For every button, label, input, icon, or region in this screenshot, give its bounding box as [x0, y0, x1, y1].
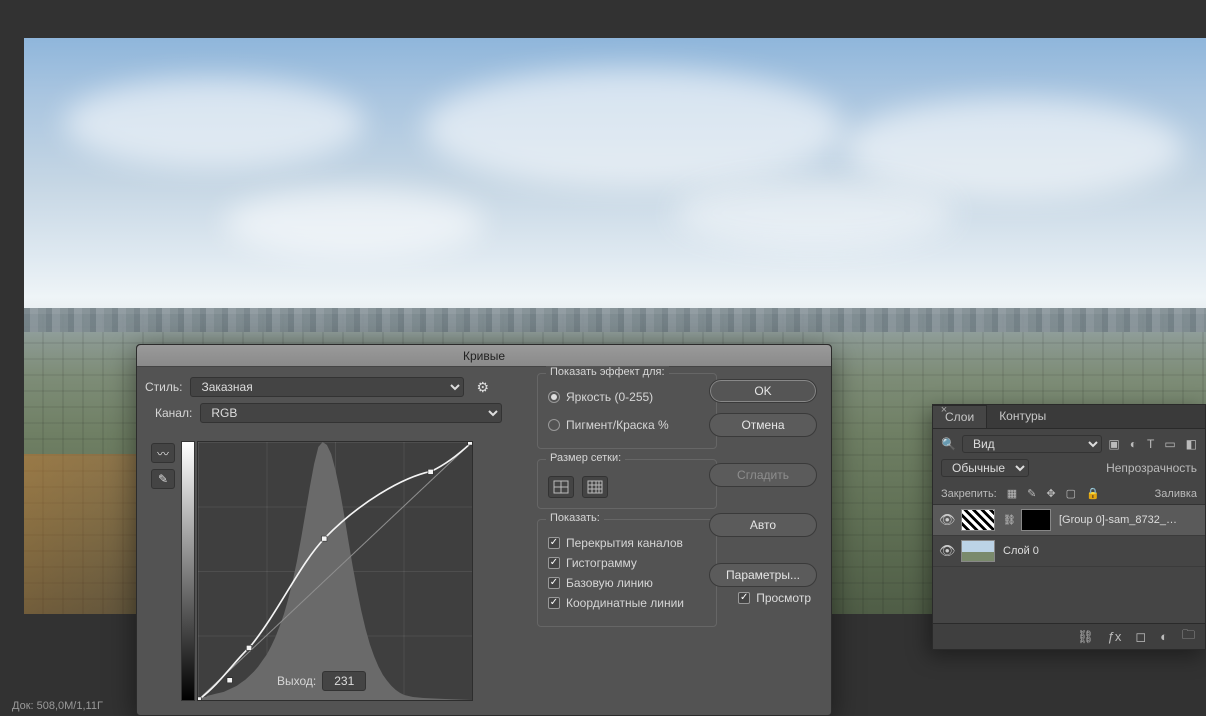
opacity-label: Непрозрачность [1106, 461, 1197, 475]
filter-type-icon[interactable]: T [1147, 437, 1154, 451]
channel-label: Канал: [155, 406, 192, 420]
check-histogram[interactable]: Гистограмму [548, 556, 706, 570]
channel-select[interactable]: RGB [200, 403, 502, 423]
layer-mask-thumb[interactable] [1021, 509, 1051, 531]
check-histogram-label: Гистограмму [566, 556, 637, 570]
show-legend: Показать: [546, 512, 604, 524]
grid-size-legend: Размер сетки: [546, 452, 625, 464]
check-gridlines-label: Координатные линии [566, 596, 684, 610]
pencil-tool-icon[interactable]: ✎ [151, 469, 175, 489]
lock-all-icon[interactable]: 🔒 [1086, 487, 1100, 500]
output-label: Выход: [277, 674, 316, 688]
grid-fine-button[interactable] [582, 476, 608, 498]
adjustment-icon[interactable]: ◐ [1160, 629, 1168, 644]
layer-thumb[interactable] [961, 540, 995, 562]
vertical-gradient [181, 441, 195, 701]
grid-coarse-button[interactable] [548, 476, 574, 498]
layer-name[interactable]: Слой 0 [1003, 545, 1039, 557]
curve-tool-icon[interactable]: 〰 [151, 443, 175, 463]
radio-pigment[interactable]: Пигмент/Краска % [548, 418, 706, 432]
gear-icon[interactable]: ⚙ [472, 379, 493, 396]
lock-pixels-icon[interactable]: ▦ [1007, 487, 1017, 500]
radio-icon [548, 391, 560, 403]
folder-icon[interactable]: 🗀 [1182, 626, 1195, 648]
blend-mode-select[interactable]: Обычные [941, 459, 1029, 477]
visibility-icon[interactable]: 👁 [939, 543, 953, 559]
check-baseline[interactable]: Базовую линию [548, 576, 706, 590]
radio-icon [548, 419, 560, 431]
status-bar: Док: 508,0M/1,11Г [12, 700, 103, 712]
lock-artboard-icon[interactable]: ▢ [1066, 487, 1076, 500]
radio-brightness-label: Яркость (0-255) [566, 390, 653, 404]
layer-row-0[interactable]: 👁 ⛓ [Group 0]-sam_8732_sam_8774- [933, 505, 1205, 536]
layer-row-1[interactable]: 👁 Слой 0 [933, 536, 1205, 567]
radio-brightness[interactable]: Яркость (0-255) [548, 390, 706, 404]
filter-shape-icon[interactable]: ▭ [1164, 437, 1175, 451]
layer-thumb[interactable] [961, 509, 995, 531]
curves-dialog: Кривые Стиль: Заказная ⚙ Канал: RGB 〰 ✎ [136, 344, 832, 716]
check-overlays[interactable]: Перекрытия каналов [548, 536, 706, 550]
filter-adjust-icon[interactable]: ◐ [1130, 437, 1137, 451]
check-gridlines[interactable]: Координатные линии [548, 596, 706, 610]
search-icon[interactable]: 🔍 [941, 437, 956, 451]
fill-label: Заливка [1155, 488, 1197, 500]
output-field[interactable] [322, 671, 366, 691]
mask-icon[interactable]: ◻ [1135, 629, 1146, 645]
layer-filter-select[interactable]: Вид [962, 435, 1102, 453]
cancel-button[interactable]: Отмена [709, 413, 817, 437]
layers-panel: × Слои Контуры 🔍 Вид ▣ ◐ T ▭ ◧ Обычные Н… [932, 404, 1206, 650]
check-baseline-label: Базовую линию [566, 576, 653, 590]
tab-paths[interactable]: Контуры [987, 405, 1058, 428]
filter-image-icon[interactable]: ▣ [1108, 437, 1119, 451]
effect-for-group: Показать эффект для: Яркость (0-255) Пиг… [537, 373, 717, 449]
radio-pigment-label: Пигмент/Краска % [566, 418, 669, 432]
filter-smart-icon[interactable]: ◧ [1186, 437, 1197, 451]
lock-move-icon[interactable]: ✥ [1046, 487, 1055, 500]
effect-for-legend: Показать эффект для: [546, 366, 669, 378]
curve-editor[interactable] [197, 441, 473, 701]
check-overlays-label: Перекрытия каналов [566, 536, 683, 550]
link-icon[interactable]: ⛓ [1003, 515, 1013, 526]
dialog-title[interactable]: Кривые [137, 345, 831, 367]
preview-checkbox[interactable]: Просмотр [738, 591, 811, 605]
auto-button[interactable]: Авто [709, 513, 817, 537]
preset-select[interactable]: Заказная [190, 377, 464, 397]
fx-icon[interactable]: ƒx [1108, 629, 1122, 644]
smooth-button[interactable]: Сгладить [709, 463, 817, 487]
link-layers-icon[interactable]: ⛓ [1077, 629, 1094, 645]
options-button[interactable]: Параметры... [709, 563, 817, 587]
lock-label: Закрепить: [941, 488, 997, 500]
check-icon [738, 592, 750, 604]
layer-name[interactable]: [Group 0]-sam_8732_sam_8774- [1059, 514, 1179, 526]
visibility-icon[interactable]: 👁 [939, 512, 953, 528]
grid-size-group: Размер сетки: [537, 459, 717, 509]
preview-label: Просмотр [756, 591, 811, 605]
show-group: Показать: Перекрытия каналов Гистограмму… [537, 519, 717, 627]
close-icon[interactable]: × [937, 403, 951, 417]
ok-button[interactable]: OK [709, 379, 817, 403]
lock-brush-icon[interactable]: ✎ [1027, 487, 1036, 500]
style-label: Стиль: [145, 380, 182, 394]
